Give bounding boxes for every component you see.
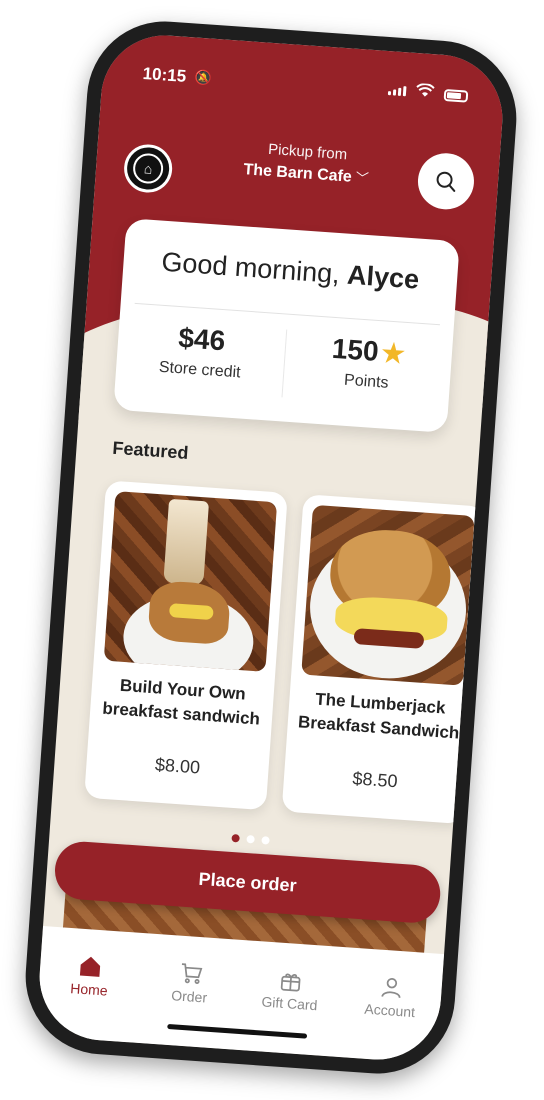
signal-icon bbox=[387, 85, 407, 97]
greeting-name: Alyce bbox=[346, 259, 421, 295]
tab-order[interactable]: Order bbox=[139, 955, 242, 1008]
carousel-dot[interactable] bbox=[261, 836, 270, 845]
points-stat[interactable]: 150★ Points bbox=[282, 330, 452, 398]
greeting-prefix: Good morning, bbox=[160, 246, 349, 290]
stage: 10:15 🔕 ⌂ Pickup from The Barn Cafe ﹀ Go… bbox=[0, 0, 544, 1100]
points-value: 150 bbox=[330, 332, 380, 367]
points-label: Points bbox=[343, 371, 390, 392]
phone-frame: 10:15 🔕 ⌂ Pickup from The Barn Cafe ﹀ Go… bbox=[20, 16, 522, 1079]
greeting-text: Good morning, Alyce bbox=[123, 244, 458, 298]
app-screen: 10:15 🔕 ⌂ Pickup from The Barn Cafe ﹀ Go… bbox=[35, 31, 507, 1064]
item-name: The Lumberjack Breakfast Sandwich bbox=[297, 689, 460, 743]
item-photo bbox=[301, 504, 475, 686]
item-name: Build Your Own breakfast sandwich bbox=[101, 675, 261, 729]
store-credit-label: Store credit bbox=[158, 358, 242, 382]
featured-heading: Featured bbox=[111, 437, 190, 463]
tab-account[interactable]: Account bbox=[339, 969, 442, 1022]
home-indicator bbox=[167, 1023, 308, 1039]
item-price: $8.00 bbox=[154, 754, 201, 778]
chevron-down-icon: ﹀ bbox=[355, 170, 370, 186]
item-photo bbox=[103, 491, 278, 672]
carousel-dot[interactable] bbox=[231, 833, 240, 843]
greeting-card: Good morning, Alyce $46 Store credit 150… bbox=[113, 218, 460, 433]
barn-icon: ⌂ bbox=[132, 152, 165, 185]
featured-carousel[interactable]: Build Your Own breakfast sandwich $8.00 … bbox=[72, 480, 486, 825]
tab-home[interactable]: Home bbox=[38, 948, 141, 1001]
status-time: 10:15 bbox=[142, 63, 187, 86]
star-icon: ★ bbox=[380, 337, 406, 369]
search-icon bbox=[436, 171, 456, 192]
tab-gift-card[interactable]: Gift Card bbox=[239, 962, 342, 1015]
carousel-dot[interactable] bbox=[246, 835, 255, 844]
featured-item-card[interactable]: Build Your Own breakfast sandwich $8.00 bbox=[84, 480, 288, 811]
item-price: $8.50 bbox=[351, 768, 399, 792]
featured-item-card[interactable]: The Lumberjack Breakfast Sandwich $8.50 bbox=[281, 494, 486, 825]
store-credit-value: $46 bbox=[177, 322, 227, 357]
bell-muted-icon: 🔕 bbox=[194, 68, 213, 86]
battery-icon bbox=[443, 88, 469, 103]
store-credit-stat[interactable]: $46 Store credit bbox=[116, 318, 286, 386]
wifi-icon bbox=[415, 83, 435, 103]
